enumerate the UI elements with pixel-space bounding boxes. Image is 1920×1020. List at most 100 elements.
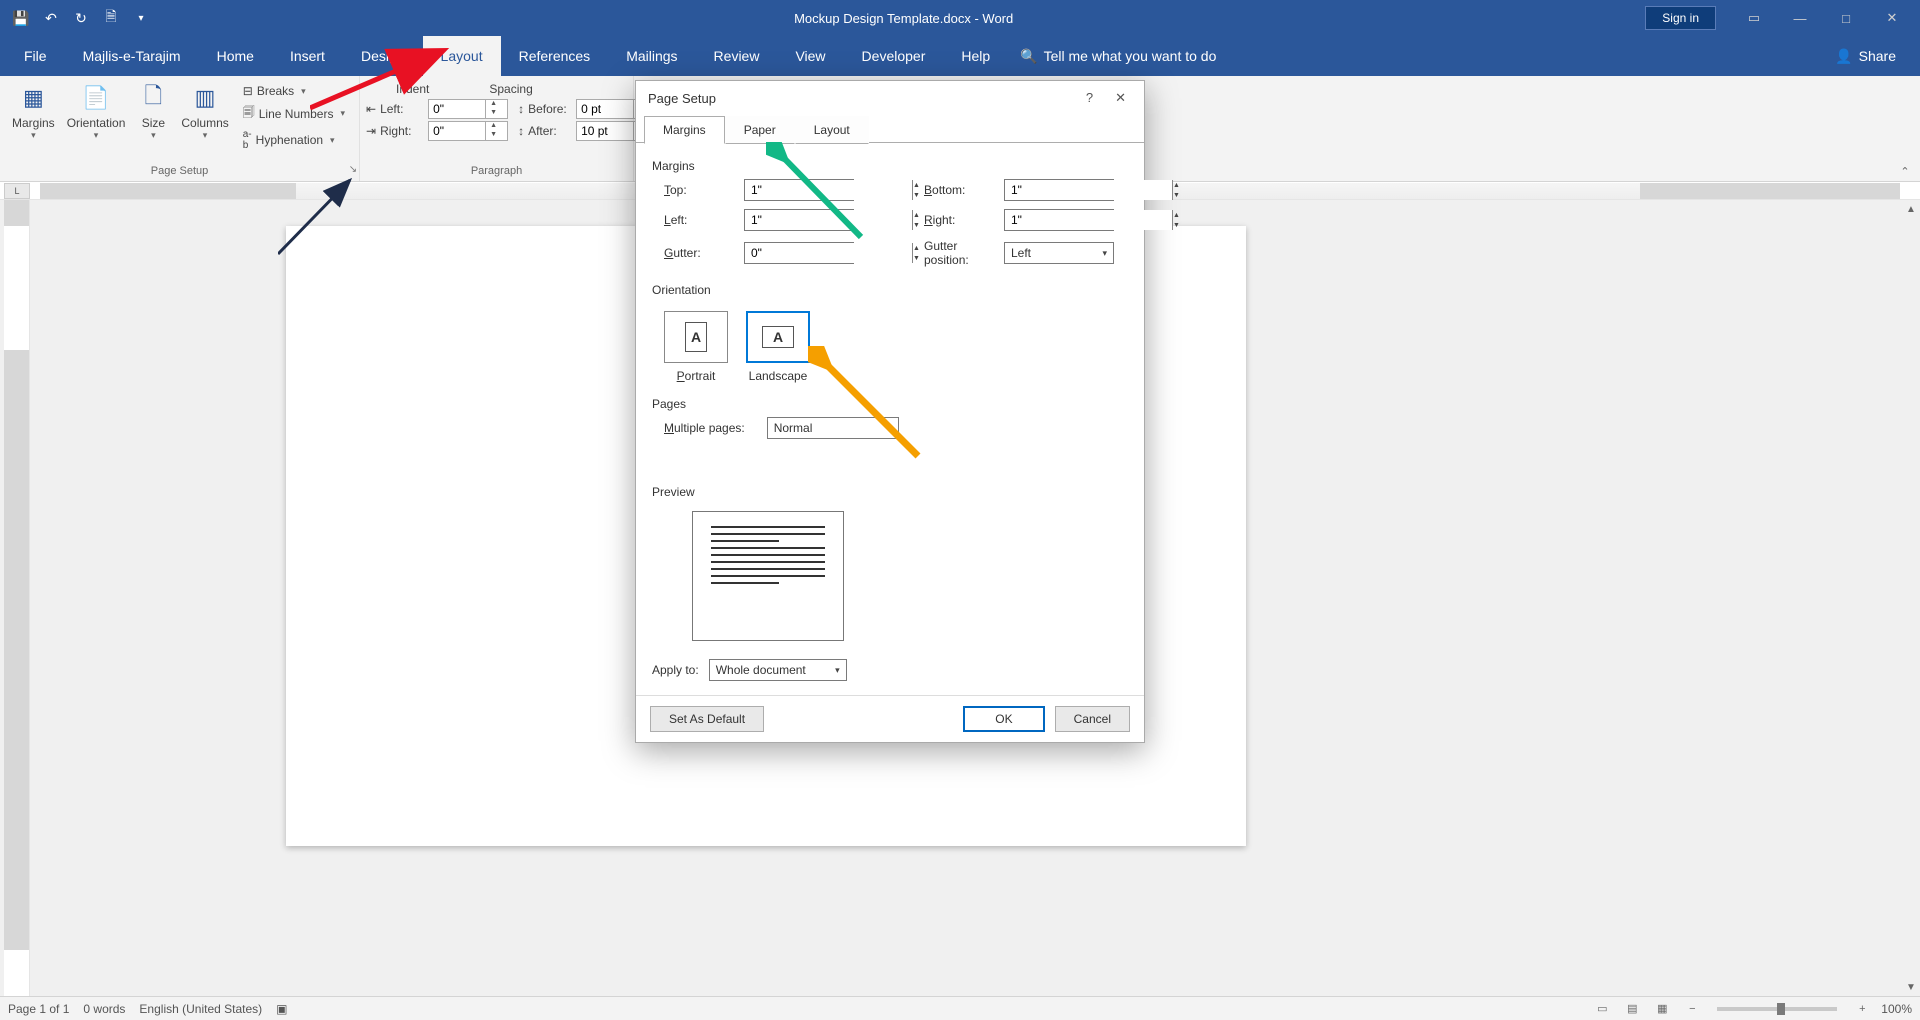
dialog-close-icon[interactable]: ✕ xyxy=(1109,86,1132,110)
read-mode-icon[interactable]: ▭ xyxy=(1591,1000,1613,1018)
size-button[interactable]: 🗋 Size ▾ xyxy=(131,80,175,143)
section-pages-label: Pages xyxy=(652,391,1128,417)
portrait-label: Portrait xyxy=(677,369,716,383)
qat-customize-icon[interactable]: ▾ xyxy=(128,5,154,31)
status-language[interactable]: English (United States) xyxy=(139,1002,262,1016)
dialog-title: Page Setup xyxy=(648,91,716,106)
margin-left-input[interactable]: ▲▼ xyxy=(744,209,854,231)
tab-home[interactable]: Home xyxy=(199,36,272,76)
vertical-ruler[interactable] xyxy=(4,200,30,996)
line-numbers-icon: 🗐 xyxy=(243,103,255,124)
zoom-in-icon[interactable]: + xyxy=(1851,1000,1873,1018)
ok-button[interactable]: OK xyxy=(963,706,1044,732)
size-icon: 🗋 xyxy=(137,82,169,114)
tab-layout[interactable]: Layout xyxy=(423,36,501,76)
columns-button[interactable]: ▥ Columns ▾ xyxy=(175,80,234,143)
dialog-titlebar[interactable]: Page Setup ? ✕ xyxy=(636,81,1144,115)
page-setup-launcher-icon[interactable]: ↘ xyxy=(346,162,360,176)
redo-icon[interactable]: ↻ xyxy=(68,5,94,31)
maximize-icon[interactable]: □ xyxy=(1824,4,1868,32)
tell-me-label: Tell me what you want to do xyxy=(1044,48,1217,64)
gutter-position-value: Left xyxy=(1011,246,1031,260)
print-preview-icon[interactable]: 🗎 xyxy=(98,5,124,31)
collapse-ribbon-icon[interactable]: ⌃ xyxy=(1896,163,1914,179)
status-words[interactable]: 0 words xyxy=(83,1002,125,1016)
gutter-position-select[interactable]: Left▾ xyxy=(1004,242,1114,264)
indent-left-icon: ⇤ xyxy=(366,102,376,116)
ribbon-display-icon[interactable]: ▭ xyxy=(1732,4,1776,32)
orientation-button[interactable]: 📄 Orientation ▾ xyxy=(61,80,132,143)
orientation-label: Orientation xyxy=(67,116,126,130)
zoom-out-icon[interactable]: − xyxy=(1681,1000,1703,1018)
tab-developer[interactable]: Developer xyxy=(844,36,944,76)
margin-bottom-input[interactable]: ▲▼ xyxy=(1004,179,1114,201)
tell-me-search[interactable]: 🔍 Tell me what you want to do xyxy=(1020,36,1216,76)
margin-bottom-label: Bottom: xyxy=(924,183,1004,197)
undo-icon[interactable]: ↶ xyxy=(38,5,64,31)
dialog-tab-layout[interactable]: Layout xyxy=(795,116,869,144)
close-icon[interactable]: ✕ xyxy=(1870,4,1914,32)
orientation-portrait[interactable]: A Portrait xyxy=(664,311,728,383)
tab-selector[interactable]: L xyxy=(4,183,30,199)
ribbon-tabs: File Majlis-e-Tarajim Home Insert Design… xyxy=(0,36,1920,76)
section-orientation-label: Orientation xyxy=(652,277,1128,303)
zoom-slider[interactable] xyxy=(1717,1007,1837,1011)
spacing-header: Spacing xyxy=(489,82,532,96)
zoom-level[interactable]: 100% xyxy=(1881,1002,1912,1016)
hyphenation-button[interactable]: a-bHyphenation xyxy=(239,127,349,153)
scroll-down-icon[interactable]: ▼ xyxy=(1902,978,1920,996)
share-button[interactable]: 👤 Share xyxy=(1817,36,1914,76)
margins-button[interactable]: ▦ Margins ▾ xyxy=(6,80,61,143)
tab-file[interactable]: File xyxy=(6,36,65,76)
set-as-default-button[interactable]: Set As Default xyxy=(650,706,764,732)
web-layout-icon[interactable]: ▦ xyxy=(1651,1000,1673,1018)
tab-review[interactable]: Review xyxy=(696,36,778,76)
scroll-up-icon[interactable]: ▲ xyxy=(1902,200,1920,218)
apply-to-select[interactable]: Whole document▾ xyxy=(709,659,847,681)
section-margins-label: Margins xyxy=(652,153,1128,179)
minimize-icon[interactable]: — xyxy=(1778,4,1822,32)
hyphenation-icon: a-b xyxy=(243,129,252,151)
tab-view[interactable]: View xyxy=(777,36,843,76)
columns-label: Columns xyxy=(181,116,228,130)
indent-right-icon: ⇥ xyxy=(366,124,376,138)
indent-left-input[interactable]: ▲▼ xyxy=(428,99,508,119)
tab-help[interactable]: Help xyxy=(943,36,1008,76)
print-layout-icon[interactable]: ▤ xyxy=(1621,1000,1643,1018)
multiple-pages-label: Multiple pages: xyxy=(664,421,745,435)
margins-label: Margins xyxy=(12,116,55,130)
gutter-position-label: Gutter position: xyxy=(924,239,1004,267)
multiple-pages-value: Normal xyxy=(774,421,813,435)
orientation-landscape[interactable]: A Landscape xyxy=(746,311,810,383)
tab-insert[interactable]: Insert xyxy=(272,36,343,76)
macro-recording-icon[interactable]: ▣ xyxy=(276,1002,287,1016)
dialog-tabs: Margins Paper Layout xyxy=(636,115,1144,143)
scroll-track[interactable] xyxy=(1902,218,1920,978)
dialog-tab-paper[interactable]: Paper xyxy=(725,116,795,144)
dialog-help-icon[interactable]: ? xyxy=(1080,86,1099,110)
breaks-icon: ⊟ xyxy=(243,84,253,98)
dialog-body: Margins Top: ▲▼ Bottom: ▲▼ Left: ▲▼ Righ… xyxy=(636,142,1144,695)
margin-right-input[interactable]: ▲▼ xyxy=(1004,209,1114,231)
dialog-tab-margins[interactable]: Margins xyxy=(644,116,725,144)
gutter-input[interactable]: ▲▼ xyxy=(744,242,854,264)
vertical-scrollbar[interactable]: ▲ ▼ xyxy=(1902,200,1920,996)
line-numbers-button[interactable]: 🗐 Line Numbers xyxy=(239,101,349,126)
multiple-pages-select[interactable]: Normal▾ xyxy=(767,417,899,439)
columns-icon: ▥ xyxy=(189,82,221,114)
tab-mailings[interactable]: Mailings xyxy=(608,36,695,76)
indent-right-input[interactable]: ▲▼ xyxy=(428,121,508,141)
tab-majlis[interactable]: Majlis-e-Tarajim xyxy=(65,36,199,76)
margin-top-input[interactable]: ▲▼ xyxy=(744,179,854,201)
line-numbers-label: Line Numbers xyxy=(259,107,334,121)
breaks-button[interactable]: ⊟Breaks xyxy=(239,82,349,100)
tab-references[interactable]: References xyxy=(501,36,609,76)
tab-design[interactable]: Design xyxy=(343,36,423,76)
chevron-down-icon: ▾ xyxy=(835,665,840,676)
save-icon[interactable]: 💾 xyxy=(8,5,34,31)
share-label: Share xyxy=(1859,48,1896,64)
status-page[interactable]: Page 1 of 1 xyxy=(8,1002,69,1016)
apply-to-label: Apply to: xyxy=(652,663,699,677)
sign-in-button[interactable]: Sign in xyxy=(1645,6,1716,30)
cancel-button[interactable]: Cancel xyxy=(1055,706,1130,732)
